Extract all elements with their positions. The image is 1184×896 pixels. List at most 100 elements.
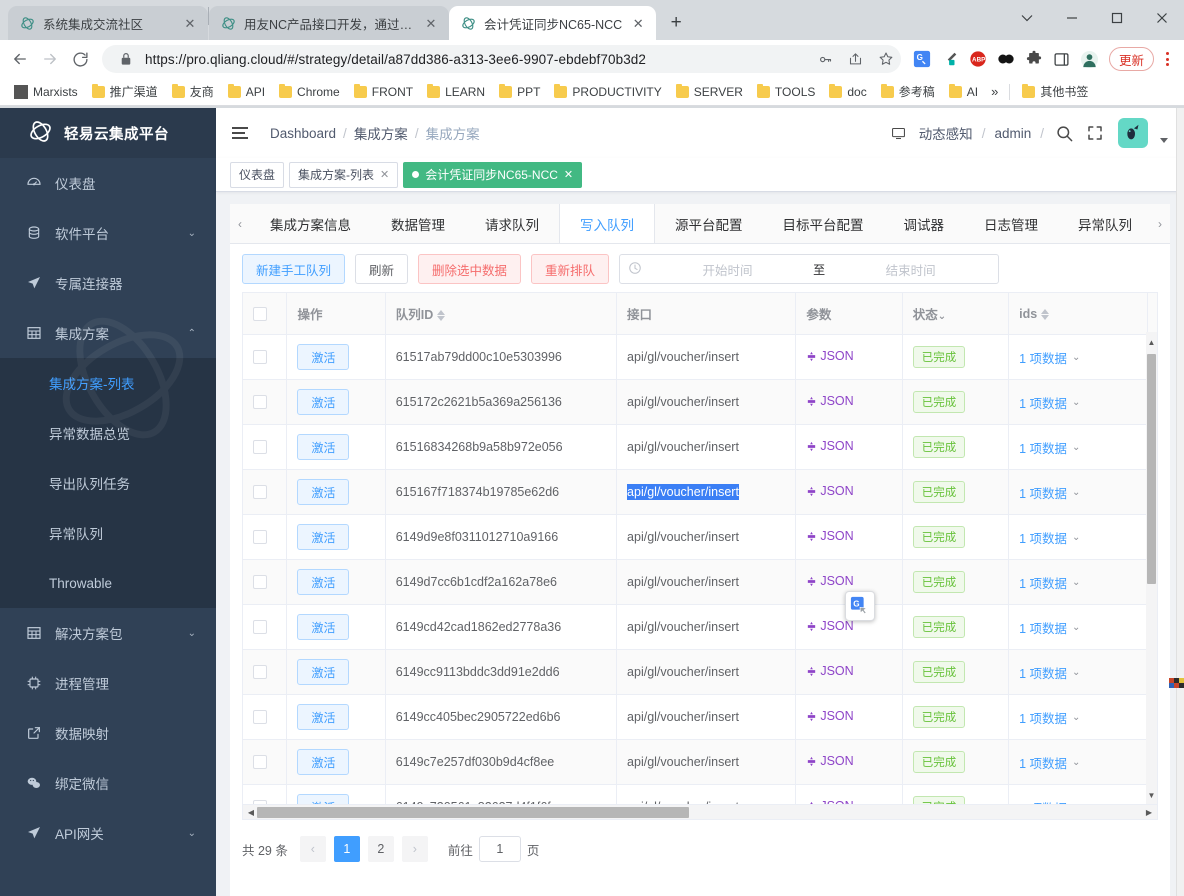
activate-button[interactable]: 激活 [297, 389, 349, 415]
sidepanel-icon[interactable] [1050, 47, 1074, 71]
row-checkbox-cell[interactable] [243, 785, 287, 805]
row-checkbox[interactable] [253, 440, 267, 454]
new-manual-queue-button[interactable]: 新建手工队列 [242, 254, 345, 284]
column-status[interactable]: 状态⌄ [902, 293, 1008, 335]
tabs-prev-icon[interactable]: ‹ [230, 204, 250, 243]
tab-request-queue[interactable]: 请求队列 [465, 204, 559, 243]
row-ids[interactable]: 1 项数据⌄ [1009, 740, 1148, 785]
sidebar-item-bind-wechat[interactable]: 绑定微信 [0, 758, 216, 808]
activate-button[interactable]: 激活 [297, 344, 349, 370]
row-checkbox-cell[interactable] [243, 380, 287, 425]
column-created[interactable]: 创建时间 [1147, 293, 1158, 335]
close-icon[interactable]: ✕ [423, 15, 439, 31]
row-ids[interactable]: 1 项数据⌄ [1009, 335, 1148, 380]
adblock-extension-icon[interactable]: ABP [966, 47, 990, 71]
row-params[interactable]: JSON [796, 695, 902, 740]
table-row[interactable]: 激活6149cd42cad1862ed2778a36api/gl/voucher… [243, 605, 1158, 650]
other-bookmarks-button[interactable]: 其他书签 [1016, 80, 1094, 103]
activate-button[interactable]: 激活 [297, 794, 349, 804]
search-icon[interactable] [1053, 122, 1075, 144]
row-ids[interactable]: 1 项数据⌄ [1009, 650, 1148, 695]
column-ids[interactable]: ids [1009, 293, 1148, 335]
color-picker-extension-icon[interactable] [938, 47, 962, 71]
bookmark-item[interactable]: 推广渠道 [86, 80, 164, 103]
table-row[interactable]: 激活615167f718374b19785e62d6api/gl/voucher… [243, 470, 1158, 515]
sidebar-logo[interactable]: 轻易云集成平台 [0, 108, 216, 158]
activate-button[interactable]: 激活 [297, 479, 349, 505]
bookmarks-overflow-button[interactable]: » [986, 81, 1003, 102]
password-key-icon[interactable] [815, 48, 837, 70]
prev-page-button[interactable]: ‹ [300, 836, 326, 862]
close-icon[interactable]: ✕ [182, 15, 198, 31]
sidebar-item-connector[interactable]: 专属连接器 [0, 258, 216, 308]
browser-tab-1[interactable]: 系统集成交流社区 ✕ [8, 6, 208, 40]
row-checkbox[interactable] [253, 530, 267, 544]
minimize-icon[interactable] [1049, 0, 1094, 36]
bookmark-item[interactable]: 友商 [166, 80, 220, 103]
bookmark-item[interactable]: AI [943, 82, 984, 102]
activate-button[interactable]: 激活 [297, 659, 349, 685]
bookmark-item[interactable]: API [222, 82, 271, 102]
scroll-left-icon[interactable]: ◀ [244, 805, 258, 819]
row-checkbox[interactable] [253, 350, 267, 364]
activate-button[interactable]: 激活 [297, 614, 349, 640]
row-ids[interactable]: 1 项数据⌄ [1009, 470, 1148, 515]
row-params[interactable]: JSON [796, 425, 902, 470]
sidebar-item-api-gateway[interactable]: API网关 ⌄ [0, 808, 216, 858]
close-window-icon[interactable] [1139, 0, 1184, 36]
row-params[interactable]: JSON [796, 470, 902, 515]
row-checkbox[interactable] [253, 395, 267, 409]
scroll-down-icon[interactable]: ▼ [1146, 787, 1157, 803]
bookmark-item[interactable]: Marxists [8, 82, 84, 102]
table-row[interactable]: 激活615172c2621b5a369a256136api/gl/voucher… [243, 380, 1158, 425]
table-row[interactable]: 激活6149c7e257df030b9d4cf8eeapi/gl/voucher… [243, 740, 1158, 785]
table-horizontal-scrollbar[interactable]: ◀ ▶ [242, 804, 1158, 820]
sidebar-toggle-icon[interactable] [232, 123, 254, 143]
sidebar-item-dashboard[interactable]: 仪表盘 [0, 158, 216, 208]
table-row[interactable]: 激活6149d7cc6b1cdf2a162a78e6api/gl/voucher… [243, 560, 1158, 605]
date-range-picker[interactable]: 开始时间 至 结束时间 [619, 254, 999, 284]
activate-button[interactable]: 激活 [297, 569, 349, 595]
page-button-1[interactable]: 1 [334, 836, 360, 862]
row-ids[interactable]: 1 项数据⌄ [1009, 380, 1148, 425]
maximize-icon[interactable] [1094, 0, 1139, 36]
sidebar-item-software-platform[interactable]: 软件平台 ⌄ [0, 208, 216, 258]
tabs-next-icon[interactable]: › [1150, 204, 1170, 243]
bookmark-item[interactable]: 参考稿 [875, 80, 941, 103]
column-queue-id[interactable]: 队列ID [385, 293, 616, 335]
refresh-button[interactable]: 刷新 [355, 254, 408, 284]
bookmark-item[interactable]: PRODUCTIVITY [548, 82, 667, 102]
tab-data-management[interactable]: 数据管理 [371, 204, 465, 243]
sort-icon[interactable] [1041, 309, 1049, 320]
row-checkbox[interactable] [253, 710, 267, 724]
vertical-scroll-thumb[interactable] [1147, 354, 1156, 584]
row-params[interactable]: JSON [796, 740, 902, 785]
notice-label[interactable]: 动态感知 [919, 123, 973, 143]
end-time-input[interactable]: 结束时间 [831, 260, 990, 279]
bookmark-item[interactable]: SERVER [670, 82, 749, 102]
row-checkbox[interactable] [253, 485, 267, 499]
delete-selected-button[interactable]: 删除选中数据 [418, 254, 521, 284]
activate-button[interactable]: 激活 [297, 749, 349, 775]
row-checkbox[interactable] [253, 620, 267, 634]
bookmark-item[interactable]: LEARN [421, 82, 491, 102]
horizontal-scroll-thumb[interactable] [257, 807, 689, 818]
address-bar[interactable]: https://pro.qliang.cloud/#/strategy/deta… [102, 45, 901, 73]
bookmark-item[interactable]: TOOLS [751, 82, 821, 102]
browser-tab-3[interactable]: 会计凭证同步NC65-NCC ✕ [449, 6, 656, 40]
sidebar-item-exception-data-overview[interactable]: 异常数据总览 [0, 408, 216, 458]
sort-icon[interactable] [437, 310, 445, 321]
row-params[interactable]: JSON [796, 785, 902, 805]
row-checkbox[interactable] [253, 755, 267, 769]
requeue-button[interactable]: 重新排队 [531, 254, 609, 284]
table-row[interactable]: 激活6149c730561c82637d4f1f6fapi/gl/voucher… [243, 785, 1158, 805]
row-ids[interactable]: 1 项数据⌄ [1009, 695, 1148, 740]
scroll-up-icon[interactable]: ▲ [1146, 334, 1157, 350]
breadcrumb-item-dashboard[interactable]: Dashboard [270, 126, 336, 141]
google-translate-extension-icon[interactable]: G [910, 47, 934, 71]
row-checkbox-cell[interactable] [243, 515, 287, 560]
row-ids[interactable]: 1 项数据⌄ [1009, 425, 1148, 470]
page-scrollbar[interactable] [1176, 108, 1184, 896]
reload-icon[interactable] [66, 45, 94, 73]
chrome-menu-icon[interactable] [1156, 47, 1178, 71]
